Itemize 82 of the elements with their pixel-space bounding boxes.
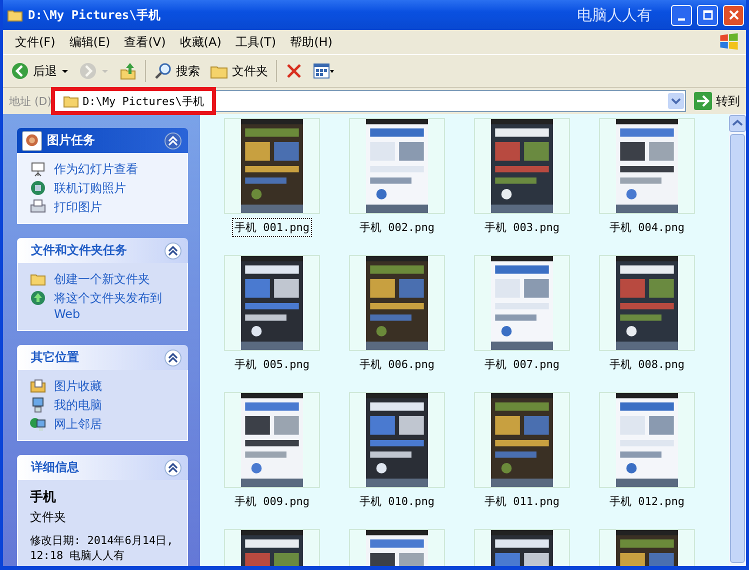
menu-item[interactable]: 收藏(A): [174, 32, 228, 52]
panel-header[interactable]: 其它位置: [17, 345, 188, 370]
task-link[interactable]: 作为幻灯片查看: [54, 161, 138, 177]
menu-item[interactable]: 编辑(E): [63, 32, 116, 52]
close-icon: [728, 10, 738, 20]
thumbnail-frame[interactable]: [349, 392, 445, 488]
thumbnail-frame[interactable]: [599, 392, 695, 488]
task-link[interactable]: 网上邻居: [54, 416, 102, 432]
file-name[interactable]: 手机 009.png: [232, 492, 312, 511]
maximize-button[interactable]: [697, 4, 718, 26]
vertical-scrollbar[interactable]: [729, 114, 746, 566]
dropdown-icon[interactable]: [668, 93, 684, 109]
folders-button[interactable]: 文件夹: [206, 60, 272, 82]
file-name[interactable]: 手机 007.png: [482, 355, 562, 374]
task-link[interactable]: 打印图片: [54, 199, 102, 215]
globe-icon: [30, 180, 46, 196]
menu-item[interactable]: 文件(F): [9, 32, 62, 52]
file-name[interactable]: 手机 005.png: [232, 355, 312, 374]
modified-date: 修改日期: 2014年6月14日, 12:18 电脑人人有: [30, 533, 174, 563]
computer-icon: [30, 397, 46, 413]
file-name[interactable]: 手机 010.png: [356, 492, 438, 511]
minimize-icon: [678, 18, 685, 20]
caret-icon: [61, 67, 69, 75]
menu-item[interactable]: 查看(V): [118, 32, 172, 52]
address-label: 地址 (D): [9, 94, 52, 108]
close-button[interactable]: [723, 4, 744, 26]
thumbnail-frame[interactable]: [224, 255, 320, 351]
thumbnail-frame[interactable]: [224, 392, 320, 488]
photo-icon: [21, 130, 43, 152]
thumbnail-frame[interactable]: [474, 118, 570, 214]
views-icon: [313, 62, 335, 80]
network-icon: [30, 416, 46, 432]
folder-up-icon: [119, 62, 137, 80]
thumbnail-frame[interactable]: [349, 255, 445, 351]
task-link[interactable]: 创建一个新文件夹: [54, 271, 150, 287]
collapse-icon[interactable]: [164, 348, 182, 366]
thumbnail-frame[interactable]: [224, 118, 320, 214]
scroll-up-button[interactable]: [729, 115, 746, 132]
pictures-icon: [30, 378, 46, 394]
thumbnail-frame[interactable]: [474, 255, 570, 351]
caret-icon: [101, 67, 109, 75]
task-link[interactable]: 我的电脑: [54, 397, 102, 413]
collapse-icon[interactable]: [164, 242, 182, 260]
file-name[interactable]: 手机 006.png: [356, 355, 438, 374]
go-arrow-icon: [694, 92, 712, 110]
task-link[interactable]: 联机订购照片: [54, 180, 126, 196]
file-name[interactable]: 手机 012.png: [606, 492, 688, 511]
back-button[interactable]: 后退: [7, 60, 73, 82]
printer-icon: [30, 199, 46, 215]
thumbnail-frame[interactable]: [599, 118, 695, 214]
collapse-icon[interactable]: [164, 458, 182, 476]
task-link[interactable]: 将这个文件夹发布到 Web: [54, 290, 177, 322]
file-name[interactable]: 手机 001.png: [232, 218, 312, 237]
address-value: D:\My Pictures\手机: [82, 94, 204, 108]
file-name[interactable]: 手机 003.png: [482, 218, 562, 237]
menu-item[interactable]: 帮助(H): [284, 32, 338, 52]
task-link[interactable]: 图片收藏: [54, 378, 102, 394]
thumbnail-frame[interactable]: [474, 392, 570, 488]
slideshow-icon: [30, 161, 46, 177]
scroll-thumb[interactable]: [730, 134, 745, 563]
folder-name: 手机: [30, 488, 57, 506]
thumbnail-frame[interactable]: [599, 255, 695, 351]
search-button[interactable]: 搜索: [150, 60, 204, 82]
menu-item[interactable]: 工具(T): [229, 32, 282, 52]
folder-type: 文件夹: [30, 509, 67, 526]
panel-header[interactable]: 详细信息: [17, 455, 188, 480]
minimize-button[interactable]: [671, 4, 692, 26]
thumbnail-frame[interactable]: [349, 118, 445, 214]
search-icon: [154, 62, 172, 80]
go-button[interactable]: 转到: [690, 92, 744, 110]
title-tag: 电脑人人有: [577, 6, 652, 24]
panel-header[interactable]: 文件和文件夹任务: [17, 238, 188, 263]
panel-header[interactable]: 图片任务: [17, 128, 188, 153]
publish-icon: [30, 290, 46, 306]
collapse-icon[interactable]: [164, 132, 182, 150]
file-name[interactable]: 手机 008.png: [606, 355, 688, 374]
maximize-icon: [702, 10, 712, 20]
file-name[interactable]: 手机 004.png: [606, 218, 688, 237]
window-title: D:\My Pictures\手机: [28, 6, 160, 24]
file-name[interactable]: 手机 002.png: [356, 218, 438, 237]
delete-icon: [285, 62, 303, 80]
file-name[interactable]: 手机 011.png: [482, 492, 562, 511]
